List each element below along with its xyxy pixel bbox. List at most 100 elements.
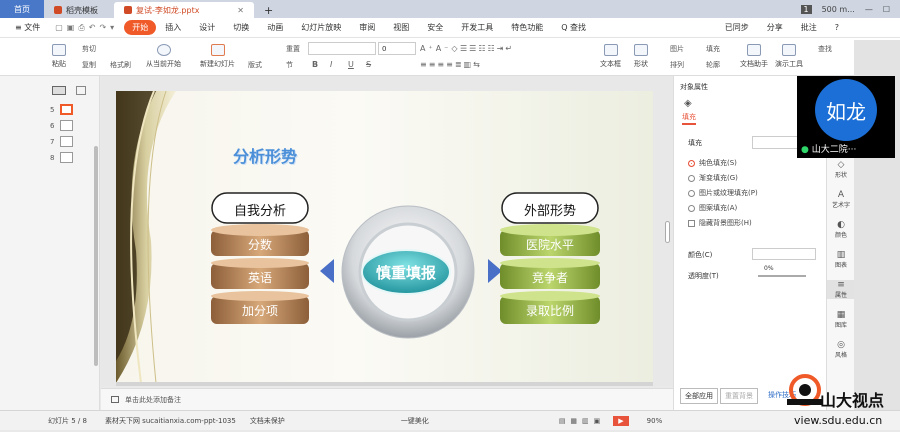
sidebar-gallery[interactable]: ▦图库 — [827, 310, 855, 329]
horizontal-scrollbar[interactable] — [116, 382, 653, 386]
menu-start[interactable]: 开始 — [124, 20, 156, 35]
menu-view[interactable]: 视图 — [384, 22, 418, 33]
underline-button[interactable]: U — [348, 60, 354, 69]
notes-area[interactable]: 单击此处添加备注 — [101, 388, 673, 410]
outline-view-icon[interactable] — [76, 86, 86, 95]
italic-button[interactable]: I — [330, 60, 332, 69]
view-mode-icons[interactable]: ▤▦▥▣ — [559, 417, 605, 425]
tab-home[interactable]: 首页 — [0, 0, 44, 18]
reset-button[interactable]: 重置 — [286, 44, 300, 54]
fill-button[interactable]: 填充 — [706, 44, 720, 54]
share-button[interactable]: 分享 — [758, 22, 792, 33]
document-protection[interactable]: 文档未保护 — [250, 416, 285, 426]
right-item[interactable]: 录取比例 — [500, 302, 600, 319]
thumbnail-view-icon[interactable] — [52, 86, 66, 95]
layout-button[interactable]: 版式 — [248, 60, 262, 70]
outline-button[interactable]: 轮廓 — [706, 60, 720, 70]
reset-background-button[interactable]: 重置背景 — [720, 388, 758, 404]
tab-document[interactable]: 复试-李如龙.pptx ✕ — [114, 2, 254, 18]
strike-button[interactable]: S — [366, 60, 371, 69]
slide[interactable]: 分析形势 自我分析 外部形势 分数 英语 加分项 医院水平 竞争者 录取比例 慎… — [116, 91, 653, 383]
format-painter-button[interactable]: 格式刷 — [110, 60, 131, 70]
sidebar-shape[interactable]: ◇形状 — [827, 160, 855, 179]
menu-security[interactable]: 安全 — [418, 22, 452, 33]
left-label[interactable]: 自我分析 — [212, 200, 308, 219]
slide-thumbnail[interactable] — [60, 136, 73, 147]
bold-button[interactable]: B — [312, 60, 318, 69]
color-select[interactable] — [752, 248, 816, 260]
slide-thumbnail[interactable] — [60, 104, 73, 115]
section-button[interactable]: 节 — [286, 60, 293, 70]
paste-button[interactable]: 粘贴 — [52, 44, 66, 69]
fill-tab[interactable]: 填充 — [682, 112, 696, 125]
play-current-button[interactable]: 从当前开始 — [146, 44, 181, 69]
play-button[interactable]: ▶ — [613, 416, 628, 426]
menu-file[interactable]: ≡ 文件 — [6, 22, 49, 33]
find-button[interactable]: 查找 — [818, 44, 832, 54]
slide-title[interactable]: 分析形势 — [233, 143, 297, 167]
menu-animation[interactable]: 动画 — [258, 22, 292, 33]
video-participant-tile[interactable]: 如龙 ● 山大二院··· — [797, 76, 895, 158]
menu-features[interactable]: 特色功能 — [502, 22, 552, 33]
sidebar-color[interactable]: ◐颜色 — [827, 220, 855, 239]
minimize-icon[interactable]: — — [865, 5, 873, 14]
right-item[interactable]: 竞争者 — [500, 269, 600, 286]
zoom-level[interactable]: 90% — [647, 417, 663, 425]
apply-all-button[interactable]: 全部应用 — [680, 388, 718, 404]
thumbnail-scrollbar[interactable] — [94, 146, 98, 366]
badge: 1 — [801, 5, 812, 14]
align-icons[interactable]: ≡≡≡≡≣▥⇆ — [420, 60, 482, 69]
sidebar-properties[interactable]: ≡属性 — [827, 280, 855, 299]
left-item[interactable]: 分数 — [211, 236, 309, 253]
close-tab-icon[interactable]: ✕ — [237, 6, 244, 15]
vertical-scrollbar[interactable] — [665, 221, 670, 243]
maximize-icon[interactable]: ☐ — [883, 5, 890, 14]
quick-access-icons[interactable]: ▢▣⎙↶↷▾ — [49, 23, 124, 33]
right-item[interactable]: 医院水平 — [500, 236, 600, 253]
menu-slideshow[interactable]: 幻灯片放映 — [292, 22, 350, 33]
fill-tab-icon[interactable]: ◈ — [684, 98, 692, 109]
right-label[interactable]: 外部形势 — [502, 200, 598, 219]
sync-status[interactable]: 已同步 — [716, 22, 758, 33]
presenter-button[interactable]: 演示工具 — [775, 44, 803, 69]
menu-search[interactable]: Q 查找 — [552, 22, 595, 33]
center-label[interactable]: 慎重填报 — [362, 262, 450, 283]
shape-button[interactable]: 形状 — [634, 44, 648, 69]
copy-button[interactable]: 复制 — [82, 60, 96, 70]
radio-solid-fill[interactable]: 纯色填充(S) — [688, 158, 737, 168]
radio-pattern-fill[interactable]: 图案填充(A) — [688, 203, 737, 213]
sidebar-chart[interactable]: ▥图表 — [827, 250, 855, 269]
arrange-button[interactable]: 排列 — [670, 60, 684, 70]
font-name-select[interactable] — [308, 42, 376, 55]
textbox-button[interactable]: 文本框 — [600, 44, 621, 69]
user-info[interactable]: 500 m... — [822, 5, 855, 14]
paragraph-icons[interactable]: ☰☰☷☷⇥↵ — [460, 44, 514, 53]
new-tab-button[interactable]: + — [254, 2, 283, 18]
format-icons[interactable]: A⁺A⁻◇ — [420, 44, 461, 53]
menu-insert[interactable]: 插入 — [156, 22, 190, 33]
radio-gradient-fill[interactable]: 渐变填充(G) — [688, 173, 738, 183]
help-button[interactable]: ? — [826, 23, 848, 32]
beautify-button[interactable]: 一键美化 — [401, 416, 429, 426]
doc-helper-button[interactable]: 文档助手 — [740, 44, 768, 69]
cut-button[interactable]: 剪切 — [82, 44, 96, 54]
picture-button[interactable]: 图片 — [670, 44, 684, 54]
slide-thumbnail[interactable] — [60, 120, 73, 131]
slide-thumbnail[interactable] — [60, 152, 73, 163]
radio-picture-fill[interactable]: 图片或纹理填充(P) — [688, 188, 758, 198]
new-slide-button[interactable]: 新建幻灯片 — [200, 44, 235, 69]
sidebar-wordart[interactable]: A艺术字 — [827, 190, 855, 209]
hide-background-checkbox[interactable]: 隐藏背景图形(H) — [688, 218, 752, 228]
tab-docer[interactable]: 稻壳模板 — [44, 2, 114, 18]
left-item[interactable]: 加分项 — [211, 302, 309, 319]
sidebar-style[interactable]: ◎风格 — [827, 340, 855, 359]
left-item[interactable]: 英语 — [211, 269, 309, 286]
menu-developer[interactable]: 开发工具 — [452, 22, 502, 33]
font-size-select[interactable]: 0 — [378, 42, 416, 55]
fill-section-title[interactable]: 填充 — [688, 138, 702, 148]
comment-button[interactable]: 批注 — [792, 22, 826, 33]
transparency-slider[interactable] — [758, 275, 806, 277]
menu-transition[interactable]: 切换 — [224, 22, 258, 33]
menu-review[interactable]: 审阅 — [350, 22, 384, 33]
menu-design[interactable]: 设计 — [190, 22, 224, 33]
